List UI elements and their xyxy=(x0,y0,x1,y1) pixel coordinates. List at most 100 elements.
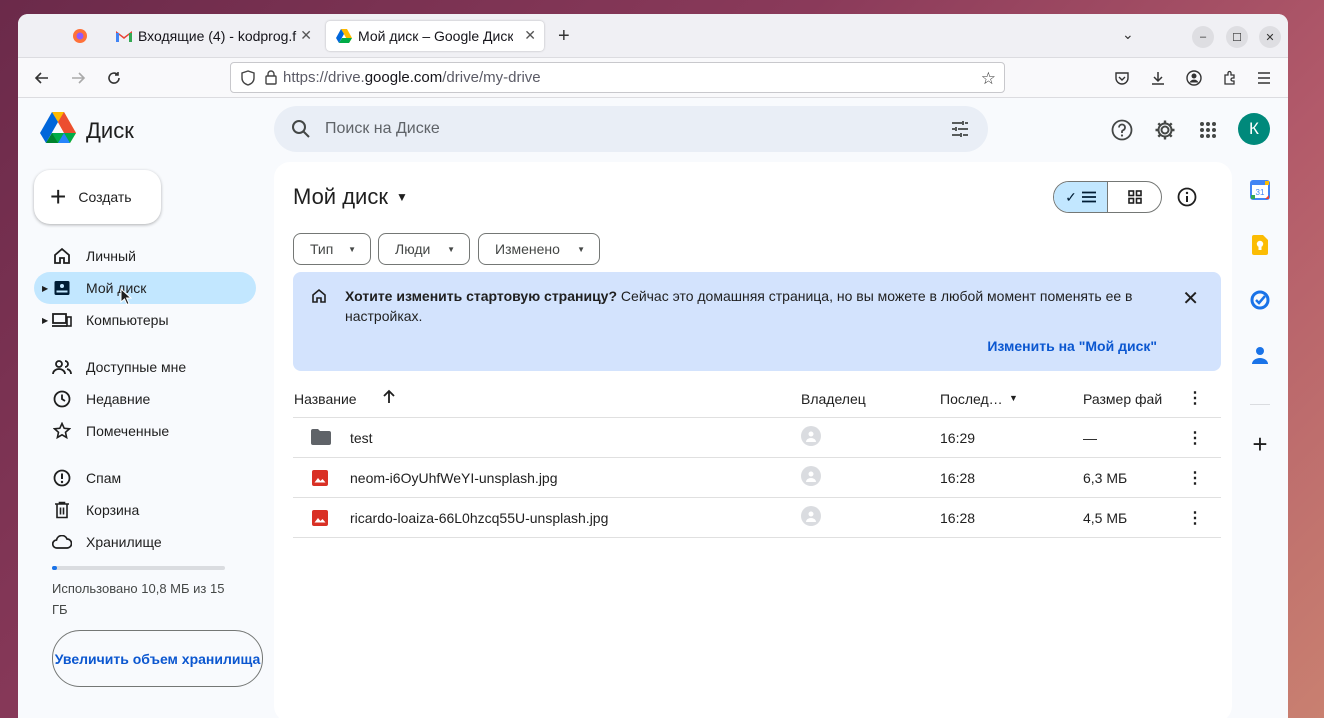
tab-list-icon[interactable]: ⌄ xyxy=(1122,26,1134,43)
star-icon xyxy=(52,421,72,441)
mouse-cursor-icon xyxy=(120,287,133,311)
dropdown-arrow-icon[interactable]: ▼ xyxy=(1009,393,1018,403)
add-app-icon[interactable]: + xyxy=(1249,429,1271,459)
maximize-icon[interactable]: ☐ xyxy=(1226,26,1248,48)
menu-icon[interactable] xyxy=(1254,68,1274,88)
sidebar-item-label: Хранилище xyxy=(86,534,162,550)
filter-type-chip[interactable]: Тип ▼ xyxy=(293,233,371,265)
page-title-text: Мой диск xyxy=(293,184,388,209)
table-row[interactable]: neom-i6OyUhfWeYI-unsplash.jpg я 16:28 6,… xyxy=(293,458,1221,498)
apps-grid-icon[interactable] xyxy=(1196,118,1220,142)
sidebar-item-label: Компьютеры xyxy=(86,312,169,328)
tab-firefox[interactable] xyxy=(62,21,106,51)
folder-icon xyxy=(311,429,331,447)
sidebar-item-computers[interactable]: ▶ Компьютеры xyxy=(34,304,256,336)
check-icon: ✓ xyxy=(1065,188,1077,205)
create-label: Создать xyxy=(78,189,132,205)
more-vert-icon[interactable]: ⋮ xyxy=(1187,508,1203,528)
filter-modified-chip[interactable]: Изменено ▼ xyxy=(478,233,600,265)
calendar-icon[interactable]: 31 xyxy=(1249,179,1271,201)
expand-caret-icon[interactable]: ▶ xyxy=(42,316,48,325)
divider xyxy=(1250,404,1270,405)
owner-avatar-icon xyxy=(801,505,821,526)
sidebar-item-personal[interactable]: Личный xyxy=(34,240,256,272)
owner-cell: я xyxy=(801,505,821,526)
list-view-button[interactable]: ✓ xyxy=(1054,182,1108,212)
banner-text: Хотите изменить стартовую страницу? Сейч… xyxy=(345,288,1133,324)
search-input[interactable]: Поиск на Диске xyxy=(325,120,440,138)
contacts-icon[interactable] xyxy=(1249,344,1271,366)
filter-people-chip[interactable]: Люди ▼ xyxy=(378,233,470,265)
reload-icon[interactable] xyxy=(104,68,124,88)
modified-time: 16:28 xyxy=(940,510,976,526)
close-tab-icon[interactable]: ✕ xyxy=(300,27,312,44)
column-owner[interactable]: Владелец xyxy=(801,391,866,407)
file-size: 6,3 МБ xyxy=(1083,470,1128,486)
url-bar[interactable]: https://drive.google.com/drive/my-drive … xyxy=(230,62,1005,93)
column-name[interactable]: Название xyxy=(294,391,357,407)
sidebar-item-recent[interactable]: Недавние xyxy=(34,383,256,415)
expand-caret-icon[interactable]: ▶ xyxy=(42,284,48,293)
lock-icon[interactable] xyxy=(265,70,277,85)
tab-gmail[interactable]: Входящие (4) - kodprog.f ✕ xyxy=(106,21,320,51)
column-modified[interactable]: Послед… xyxy=(940,391,1003,407)
help-icon[interactable] xyxy=(1110,118,1134,142)
shield-icon[interactable] xyxy=(241,69,255,86)
page-title[interactable]: Мой диск ▼ xyxy=(293,184,408,210)
sidebar-item-spam[interactable]: Спам xyxy=(34,462,256,494)
grid-view-button[interactable] xyxy=(1108,182,1161,212)
plus-icon: + xyxy=(50,181,67,212)
tasks-icon[interactable] xyxy=(1249,289,1271,311)
column-size[interactable]: Размер фай xyxy=(1083,391,1165,407)
sidebar-item-starred[interactable]: Помеченные xyxy=(34,415,256,447)
more-vert-icon[interactable]: ⋮ xyxy=(1187,388,1203,408)
table-row[interactable]: ricardo-loaiza-66L0hzcq55U-unsplash.jpg … xyxy=(293,498,1221,538)
upgrade-storage-button[interactable]: Увеличить объем хранилища xyxy=(52,630,263,687)
storage-usage-text: Использовано 10,8 МБ из 15 ГБ xyxy=(52,581,225,617)
sidebar-item-label: Доступные мне xyxy=(86,359,187,375)
owner-avatar-icon xyxy=(801,425,821,446)
create-button[interactable]: + Создать xyxy=(34,170,161,224)
drive-logo[interactable]: Диск xyxy=(40,112,134,149)
settings-gear-icon[interactable] xyxy=(1153,118,1177,142)
forward-icon[interactable] xyxy=(68,68,88,88)
filter-label: Изменено xyxy=(495,241,560,257)
bookmark-star-icon[interactable]: ☆ xyxy=(981,69,996,89)
avatar[interactable]: К xyxy=(1238,113,1270,145)
sidebar-item-my-drive[interactable]: ▶ Мой диск xyxy=(34,272,256,304)
storage-progress-fill xyxy=(52,566,57,570)
gmail-icon xyxy=(116,28,132,44)
sidebar-item-shared[interactable]: Доступные мне xyxy=(34,351,256,383)
new-tab-icon[interactable]: + xyxy=(558,25,570,48)
extensions-icon[interactable] xyxy=(1220,68,1240,88)
minimize-icon[interactable]: – xyxy=(1192,26,1214,48)
firefox-icon xyxy=(72,28,88,44)
search-icon[interactable] xyxy=(291,119,311,139)
search-options-icon[interactable] xyxy=(950,119,970,139)
info-icon[interactable] xyxy=(1176,186,1198,208)
close-icon[interactable]: ✕ xyxy=(1182,286,1199,311)
close-tab-icon[interactable]: ✕ xyxy=(524,27,536,44)
drive-icon xyxy=(336,28,352,44)
table-header: Название Владелец Послед… ▼ Размер фай ⋮ xyxy=(293,382,1221,418)
close-window-icon[interactable]: ✕ xyxy=(1259,26,1281,48)
back-icon[interactable] xyxy=(32,68,52,88)
file-size: — xyxy=(1083,430,1097,446)
pocket-icon[interactable] xyxy=(1112,68,1132,88)
table-row[interactable]: test я 16:29 — ⋮ xyxy=(293,418,1221,458)
downloads-icon[interactable] xyxy=(1148,68,1168,88)
search-bar[interactable]: Поиск на Диске xyxy=(274,106,988,152)
view-toggle: ✓ xyxy=(1053,181,1162,213)
sidebar-item-label: Недавние xyxy=(86,391,151,407)
sort-arrow-icon[interactable] xyxy=(382,389,396,408)
account-icon[interactable] xyxy=(1184,68,1204,88)
owner-cell: я xyxy=(801,425,821,446)
switch-to-my-drive-link[interactable]: Изменить на "Мой диск" xyxy=(987,338,1157,354)
keep-icon[interactable] xyxy=(1249,234,1271,256)
tab-drive[interactable]: Мой диск – Google Диск ✕ xyxy=(326,21,544,51)
more-vert-icon[interactable]: ⋮ xyxy=(1187,428,1203,448)
sidebar-item-trash[interactable]: Корзина xyxy=(34,494,256,526)
my-drive-icon xyxy=(52,278,72,298)
sidebar-item-storage[interactable]: Хранилище xyxy=(34,526,256,558)
more-vert-icon[interactable]: ⋮ xyxy=(1187,468,1203,488)
